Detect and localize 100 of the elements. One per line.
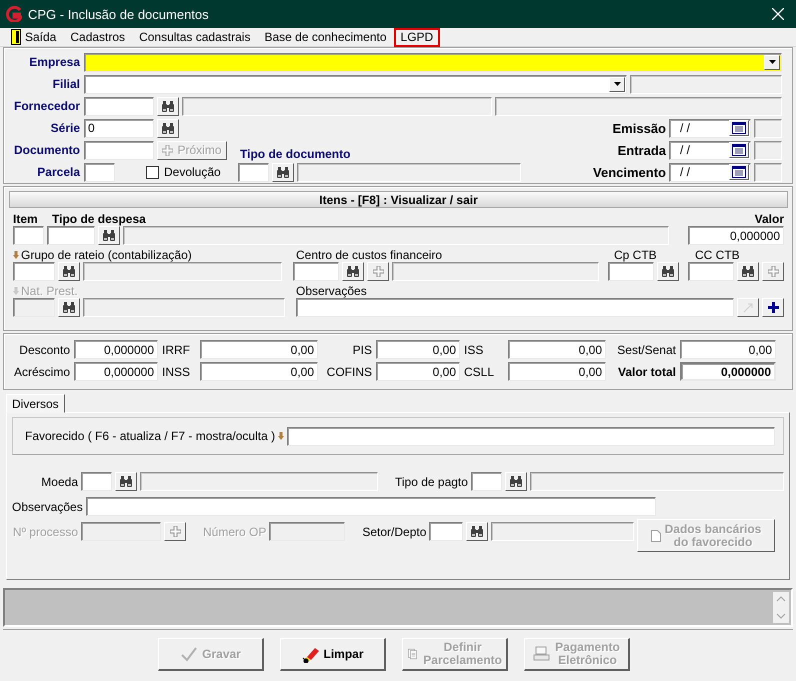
input-field[interactable] xyxy=(608,262,654,281)
input-field[interactable] xyxy=(13,298,55,317)
field-label: Favorecido ( F6 - atualiza / F7 - mostra/oculta ) xyxy=(25,429,276,443)
field-label: PIS xyxy=(352,342,372,358)
input-field[interactable]: 0 xyxy=(84,118,154,138)
lookup-button[interactable] xyxy=(115,472,137,491)
add-button[interactable] xyxy=(367,262,390,281)
lookup-button[interactable] xyxy=(157,96,179,116)
date-value: / / xyxy=(680,165,690,179)
lookup-button[interactable] xyxy=(272,162,294,182)
field-label: Filial xyxy=(52,77,80,91)
input-field[interactable]: 0,00 xyxy=(680,340,776,359)
input-field[interactable]: 0,00 xyxy=(376,340,460,359)
lookup-button[interactable] xyxy=(342,262,364,281)
input-field[interactable] xyxy=(84,96,154,116)
expand-button[interactable] xyxy=(737,298,759,317)
date-field[interactable]: / / xyxy=(669,162,751,182)
input-field[interactable] xyxy=(84,140,154,160)
input-field[interactable] xyxy=(296,298,734,317)
action-button[interactable]: Limpar xyxy=(280,638,386,671)
plus-icon xyxy=(162,144,174,156)
input-field[interactable] xyxy=(47,226,95,245)
close-icon xyxy=(772,8,784,20)
menu-item[interactable]: Saída xyxy=(4,28,64,46)
dropdown-button[interactable] xyxy=(764,54,780,70)
input-field[interactable] xyxy=(13,262,55,281)
field-label: Tipo de pagto xyxy=(395,474,468,488)
combo-box[interactable] xyxy=(84,52,782,72)
calendar-button[interactable] xyxy=(729,142,749,158)
field-label: Observações xyxy=(12,500,83,514)
binoculars-icon xyxy=(470,526,484,537)
input-field[interactable]: 0,000000 xyxy=(74,340,158,359)
add-button[interactable] xyxy=(164,522,186,541)
field-label: Acréscimo xyxy=(12,364,70,380)
down-arrow-icon xyxy=(278,432,284,440)
field-label: Tipo de despesa xyxy=(52,212,146,226)
lookup-button[interactable] xyxy=(656,262,679,281)
calendar-button[interactable] xyxy=(729,164,749,180)
input-field[interactable] xyxy=(238,162,269,182)
field-label: Setor/Depto xyxy=(362,524,426,538)
down-arrow-icon xyxy=(13,251,19,259)
menu-item[interactable]: Cadastros xyxy=(63,28,132,46)
menu-item[interactable]: Base de conhecimento xyxy=(257,28,394,46)
input-field[interactable] xyxy=(688,262,734,281)
binoculars-icon xyxy=(161,122,175,134)
combo-box[interactable] xyxy=(84,74,627,94)
input-field[interactable]: 0,00 xyxy=(200,362,318,381)
check-icon xyxy=(180,645,198,663)
input-field[interactable] xyxy=(81,472,112,491)
input-field[interactable] xyxy=(269,522,346,541)
plus-icon xyxy=(372,266,384,277)
lookup-button[interactable] xyxy=(58,262,80,281)
input-field[interactable]: 0,000000 xyxy=(74,362,158,381)
menu-item[interactable]: LGPD xyxy=(394,28,440,46)
input-field[interactable] xyxy=(13,226,44,245)
tab[interactable]: Diversos xyxy=(6,394,65,413)
date-field[interactable]: / / xyxy=(669,118,751,138)
field-label: Cp CTB xyxy=(614,248,657,262)
document-icon xyxy=(650,530,661,542)
lookup-button[interactable] xyxy=(466,522,488,541)
plus-icon xyxy=(768,302,778,313)
input-field[interactable] xyxy=(86,497,656,516)
lookup-button[interactable] xyxy=(157,118,179,138)
plus-icon xyxy=(170,526,180,537)
input-field[interactable]: 0,00 xyxy=(376,362,460,381)
input-field[interactable]: 0,000000 xyxy=(680,362,776,381)
lookup-button[interactable] xyxy=(98,226,120,245)
app-logo-icon xyxy=(6,6,22,22)
calendar-icon xyxy=(732,144,746,156)
date-field[interactable]: / / xyxy=(669,140,751,160)
checkbox[interactable] xyxy=(146,166,159,178)
input-field[interactable]: 0,00 xyxy=(508,340,606,359)
input-field[interactable] xyxy=(81,522,161,541)
field-label: Nat. Prest. xyxy=(21,284,78,298)
input-field[interactable] xyxy=(429,522,464,541)
plus-icon xyxy=(768,266,778,277)
input-field[interactable]: 0,00 xyxy=(508,362,606,381)
add-button[interactable] xyxy=(762,262,784,281)
input-field[interactable]: 0,000000 xyxy=(688,226,784,245)
dropdown-button[interactable] xyxy=(609,76,625,92)
display-field xyxy=(754,162,782,182)
down-arrow-icon xyxy=(13,287,19,295)
field-label: Item xyxy=(13,212,39,226)
lookup-button[interactable] xyxy=(58,298,80,317)
menu-item[interactable]: Consultas cadastrais xyxy=(132,28,258,46)
calendar-button[interactable] xyxy=(729,120,749,136)
lookup-button[interactable] xyxy=(504,472,527,491)
input-field[interactable] xyxy=(287,426,775,446)
input-field[interactable] xyxy=(293,262,340,281)
lookup-button[interactable] xyxy=(737,262,759,281)
field-label: Valor xyxy=(754,212,784,226)
input-field[interactable] xyxy=(84,162,115,182)
input-field[interactable] xyxy=(470,472,502,491)
field-label: Observações xyxy=(296,284,367,298)
binoculars-icon xyxy=(62,302,76,313)
field-label: COFINS xyxy=(326,364,372,380)
field-label: CSLL xyxy=(464,364,496,380)
input-field[interactable]: 0,00 xyxy=(200,340,318,359)
add-button[interactable] xyxy=(762,298,784,317)
binoculars-icon xyxy=(161,100,175,112)
